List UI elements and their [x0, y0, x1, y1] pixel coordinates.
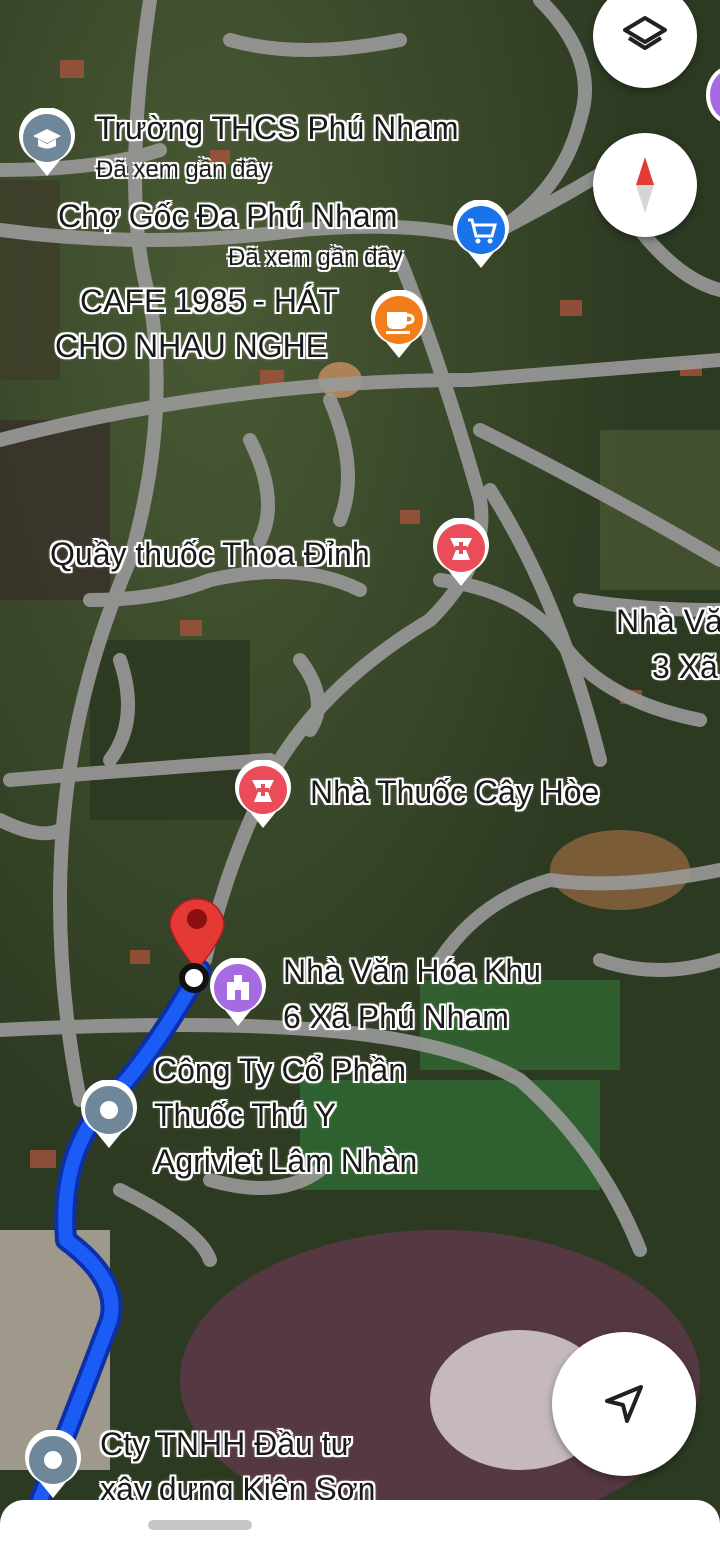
pharmacy-icon[interactable] — [430, 518, 492, 588]
poi-label-kienson-line2[interactable]: xây dựng Kiên Sơn — [100, 1468, 375, 1500]
compass-button[interactable] — [593, 133, 697, 237]
compass-icon — [636, 157, 654, 213]
poi-label-agriviet-line1[interactable]: Công Ty Cổ Phần — [154, 1049, 406, 1091]
poi-label-cafe-line2[interactable]: CHO NHAU NGHE — [55, 325, 327, 367]
pharmacy-icon[interactable] — [232, 760, 294, 830]
layers-icon — [623, 16, 667, 50]
poi-label-thcs[interactable]: Trường THCS Phú Nham — [96, 107, 459, 149]
drag-handle[interactable] — [148, 1520, 252, 1530]
school-icon[interactable] — [16, 108, 78, 178]
community-hall-icon[interactable] — [207, 958, 269, 1028]
poi-label-thoa[interactable]: Quầy thuốc Thoa Đỉnh — [50, 533, 370, 575]
poi-recently-viewed-cho: Đã xem gần đây — [228, 244, 403, 271]
bottom-sheet[interactable] — [0, 1500, 720, 1559]
poi-label-cafe-line1[interactable]: CAFE 1985 - HÁT — [80, 280, 338, 322]
poi-label-cho[interactable]: Chợ Gốc Đa Phú Nham — [58, 195, 397, 237]
generic-place-icon[interactable] — [78, 1080, 140, 1150]
poi-label-vanhoa6-line2[interactable]: 6 Xã Phú Nham — [283, 996, 509, 1038]
navigation-arrow-icon — [605, 1385, 643, 1423]
shopping-cart-icon[interactable] — [450, 200, 512, 270]
poi-label-cayhoe[interactable]: Nhà Thuốc Cây Hòe — [310, 771, 599, 813]
poi-label-agriviet-line3[interactable]: Agriviet Lâm Nhàn — [154, 1140, 417, 1182]
poi-label-nhava3-line2[interactable]: 3 Xã — [652, 646, 718, 688]
recenter-button[interactable] — [552, 1332, 696, 1476]
poi-label-agriviet-line2[interactable]: Thuốc Thú Y — [154, 1094, 336, 1136]
coffee-cup-icon[interactable] — [368, 290, 430, 360]
poi-label-vanhoa6-line1[interactable]: Nhà Văn Hóa Khu — [283, 950, 541, 992]
poi-label-kienson-line1[interactable]: Cty TNHH Đầu tư — [100, 1423, 352, 1465]
poi-label-nhava3-line1[interactable]: Nhà Vă — [616, 600, 720, 642]
satellite-map[interactable]: Trường THCS Phú Nham Đã xem gần đây Chợ … — [0, 0, 720, 1500]
poi-recently-viewed-thcs: Đã xem gần đây — [96, 156, 271, 183]
generic-place-icon[interactable] — [22, 1430, 84, 1500]
